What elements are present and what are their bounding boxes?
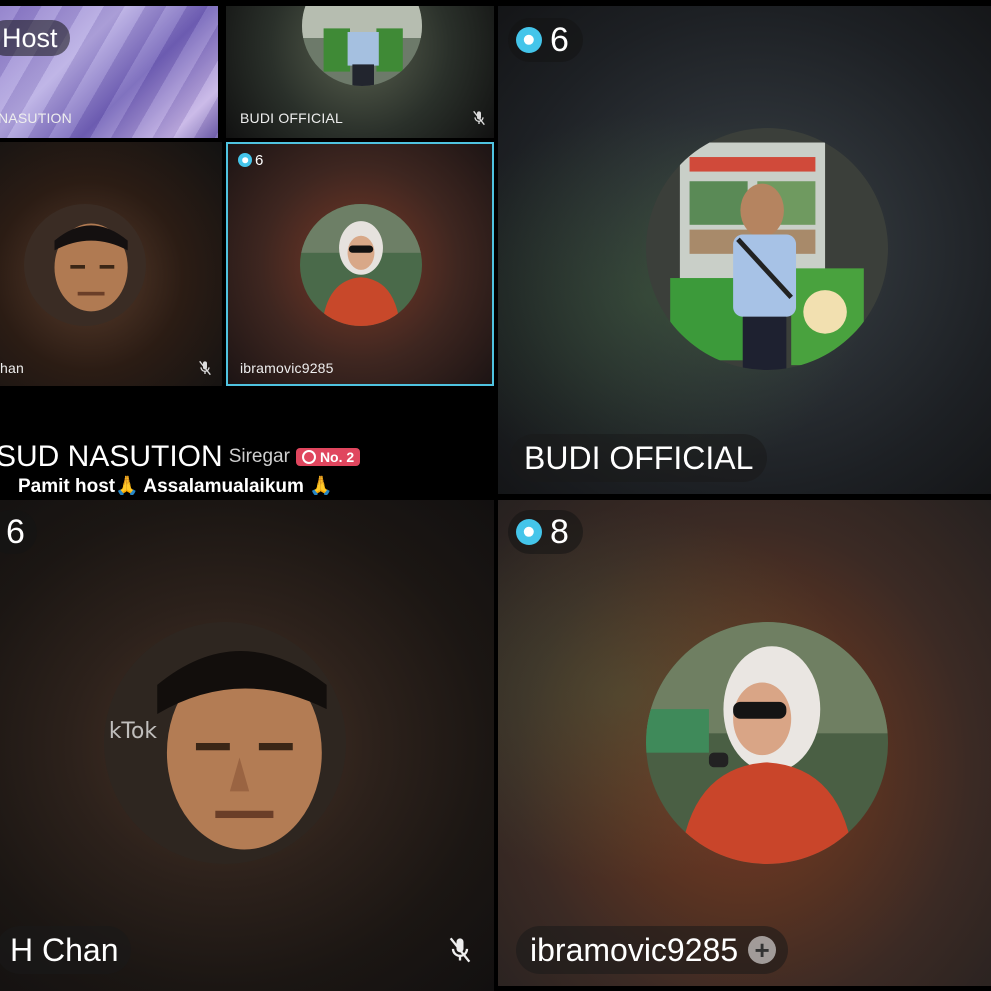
chat-sender-line: SUD NASUTION Siregar No. 2 (0, 440, 361, 474)
mini-level-badge: 6 (234, 150, 267, 170)
level-number: 6 (550, 20, 569, 59)
mini-tile-host-name: NASUTION (0, 110, 72, 126)
level-badge-icon (516, 519, 542, 545)
mini-grid-panel: Host NASUTION BUDI OFFICIAL han 6 ibramo… (0, 0, 495, 495)
overlay-name: SUD NASUTION (0, 440, 223, 473)
mini-tile-budi[interactable]: BUDI OFFICIAL (226, 6, 494, 138)
level-badge: 6 (508, 18, 583, 62)
guest-tile-ibramovic[interactable]: 8 ibramovic9285 + (498, 500, 991, 986)
mic-muted-icon[interactable] (448, 936, 472, 964)
mini-tile-host[interactable]: Host NASUTION (0, 6, 222, 138)
rank-badge-label: No. 2 (319, 449, 355, 465)
level-number: 6 (6, 512, 25, 551)
mini-tile-chan-name: han (0, 360, 24, 376)
level-badge-icon (516, 27, 542, 53)
guest-name: ibramovic9285 (530, 931, 739, 968)
guest-name: H Chan (10, 931, 119, 968)
mini-avatar-chan (24, 204, 146, 326)
mini-level-number: 6 (255, 151, 264, 169)
guest-name-pill: H Chan (0, 926, 131, 974)
mini-tile-ibramovic-name: ibramovic9285 (240, 360, 334, 376)
mini-avatar-ibramovic (300, 204, 422, 326)
mini-avatar-budi (302, 6, 422, 86)
mini-tile-budi-name: BUDI OFFICIAL (240, 110, 343, 126)
guest-tile-budi[interactable]: 6 BUDI OFFICIAL (498, 6, 991, 494)
add-icon[interactable]: + (748, 936, 777, 964)
guest-tile-chan[interactable]: 6 kTok H Chan (0, 500, 494, 991)
level-badge-icon (238, 153, 252, 167)
mic-muted-icon (473, 110, 485, 126)
host-label: Host (2, 22, 58, 53)
mini-tile-ibramovic[interactable]: 6 ibramovic9285 (226, 142, 494, 386)
chat-sender-name: Siregar (228, 446, 290, 467)
host-badge: Host (0, 20, 70, 56)
mic-muted-icon (199, 360, 211, 376)
guest-name: BUDI OFFICIAL (524, 439, 754, 476)
rank-badge: No. 2 (295, 448, 361, 466)
guest-avatar-budi (646, 128, 888, 370)
level-number: 8 (550, 512, 569, 551)
rank-icon (301, 450, 316, 464)
svg-text:kTok: kTok (109, 719, 158, 744)
guest-avatar-chan: kTok (104, 622, 346, 864)
chat-message: Pamit host🙏 Assalamualaikum 🙏 (18, 476, 333, 495)
guest-name-pill: BUDI OFFICIAL (510, 434, 768, 482)
level-badge: 8 (508, 510, 583, 554)
guest-avatar-ibramovic (646, 622, 888, 864)
mini-tile-chan[interactable]: han (0, 142, 222, 386)
guest-name-pill: ibramovic9285 + (516, 926, 789, 974)
